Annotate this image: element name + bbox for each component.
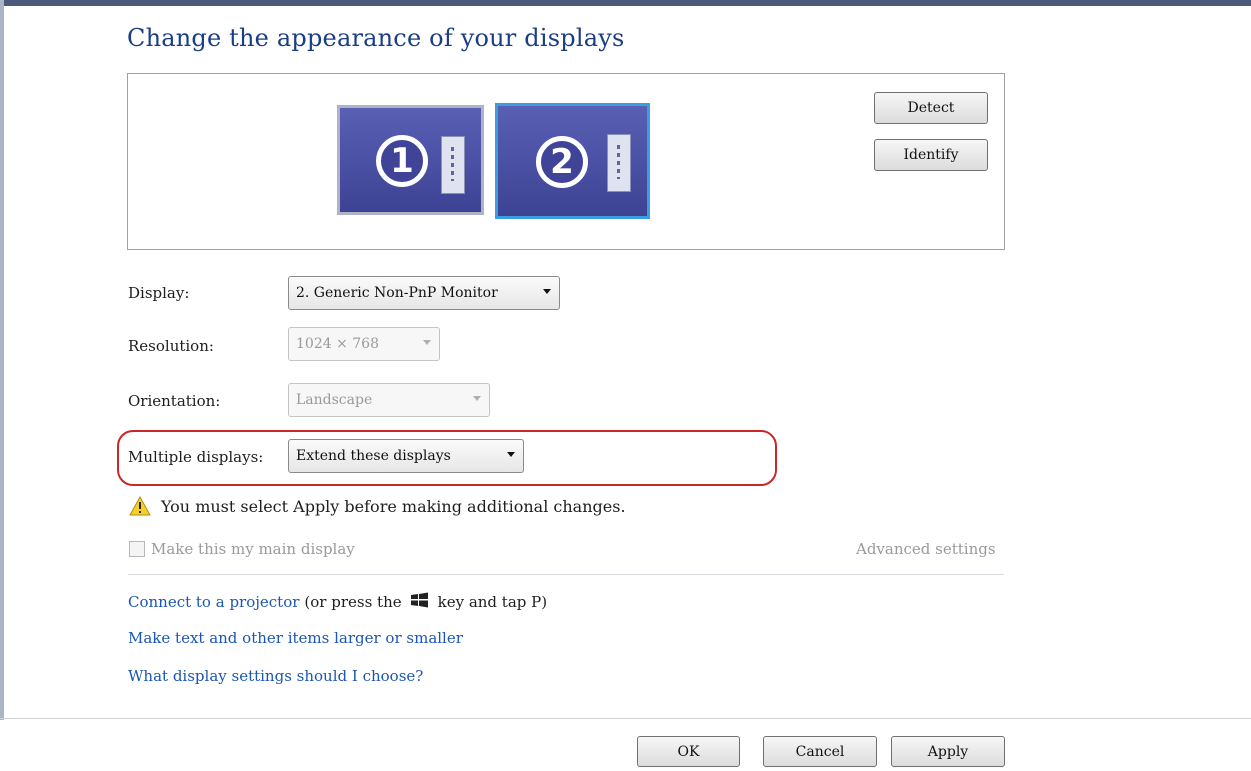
orientation-select: Landscape: [288, 383, 490, 417]
resolution-label: Resolution:: [128, 337, 214, 355]
monitor-1-number: 1: [376, 135, 428, 187]
chevron-down-icon: [507, 452, 515, 457]
multiple-displays-label: Multiple displays:: [128, 448, 264, 466]
text-size-row: Make text and other items larger or smal…: [128, 629, 463, 647]
ok-button[interactable]: OK: [637, 736, 740, 767]
projector-row: Connect to a projector (or press the key…: [128, 592, 547, 612]
warning-icon: [129, 496, 151, 516]
monitor-1-window-icon: [441, 136, 465, 194]
display-settings-help-link[interactable]: What display settings should I choose?: [128, 667, 423, 685]
window-top-border: [0, 0, 1251, 6]
multiple-displays-select-value: Extend these displays: [296, 448, 451, 464]
apply-button[interactable]: Apply: [891, 736, 1005, 767]
main-display-label: Make this my main display: [151, 540, 355, 558]
connect-projector-link[interactable]: Connect to a projector: [128, 593, 299, 611]
window-left-border: [0, 0, 4, 720]
chevron-down-icon: [423, 340, 431, 345]
chevron-down-icon: [473, 396, 481, 401]
page-title: Change the appearance of your displays: [127, 24, 625, 52]
multiple-displays-select[interactable]: Extend these displays: [288, 439, 524, 473]
display-label: Display:: [128, 284, 190, 302]
footer-divider: [0, 718, 1251, 719]
help-row: What display settings should I choose?: [128, 667, 423, 685]
divider: [128, 574, 1004, 575]
chevron-down-icon: [543, 289, 551, 294]
advanced-settings-link: Advanced settings: [856, 540, 996, 558]
display-arrangement-panel: 1 2 Detect Identify: [127, 73, 1005, 250]
cancel-button[interactable]: Cancel: [763, 736, 877, 767]
warning-text: You must select Apply before making addi…: [161, 496, 626, 516]
projector-hint-end: key and tap P): [437, 593, 548, 611]
identify-button[interactable]: Identify: [874, 139, 988, 171]
windows-logo-icon: [410, 592, 430, 612]
detect-button[interactable]: Detect: [874, 92, 988, 124]
text-size-link[interactable]: Make text and other items larger or smal…: [128, 629, 463, 647]
main-display-checkbox: [129, 541, 145, 557]
display-select[interactable]: 2. Generic Non-PnP Monitor: [288, 276, 560, 310]
orientation-label: Orientation:: [128, 392, 221, 410]
resolution-select-value: 1024 × 768: [296, 336, 379, 352]
projector-hint-start: (or press the: [304, 593, 402, 611]
monitor-2-window-icon: [607, 134, 631, 192]
warning-message: You must select Apply before making addi…: [129, 496, 626, 516]
resolution-select: 1024 × 768: [288, 327, 440, 361]
monitor-1[interactable]: 1: [337, 105, 484, 215]
orientation-select-value: Landscape: [296, 392, 373, 408]
display-select-value: 2. Generic Non-PnP Monitor: [296, 285, 498, 301]
main-display-row: Make this my main display: [129, 540, 355, 558]
monitor-2-number: 2: [536, 136, 588, 188]
monitor-2[interactable]: 2: [495, 103, 650, 219]
